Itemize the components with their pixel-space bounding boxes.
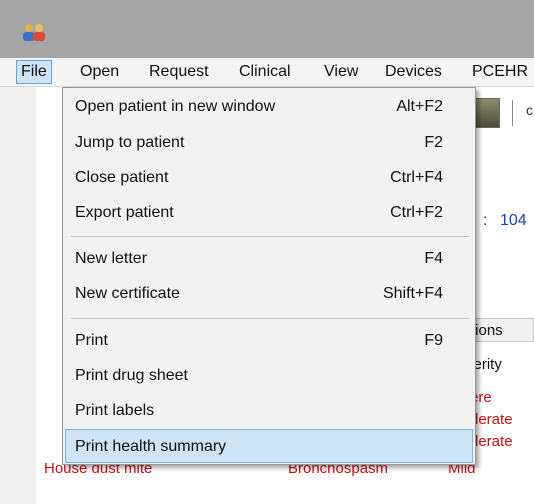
menu-item-new-letter[interactable]: New letter F4: [65, 242, 473, 276]
patients-app-icon: [23, 24, 45, 41]
menu-item-open-patient-new-window[interactable]: Open patient in new window Alt+F2: [65, 90, 473, 124]
toolbar-separator: [512, 100, 513, 126]
file-menu-dropdown: Open patient in new window Alt+F2 Jump t…: [62, 87, 476, 465]
menu-open[interactable]: Open: [76, 61, 123, 83]
severity-cell: derate: [470, 433, 513, 450]
menu-item-print-drug-sheet[interactable]: Print drug sheet: [65, 359, 473, 393]
menu-item-print-health-summary[interactable]: Print health summary: [65, 429, 473, 463]
menu-item-shortcut: F4: [424, 250, 443, 267]
menu-item-label: Close patient: [75, 169, 169, 186]
patient-number[interactable]: 104: [500, 212, 527, 230]
menu-item-label: Open patient in new window: [75, 98, 276, 115]
menu-item-label: New letter: [75, 250, 148, 267]
menu-pcehr[interactable]: PCEHR: [468, 61, 532, 83]
menu-item-shortcut: Ctrl+F4: [390, 169, 443, 186]
menu-request[interactable]: Request: [145, 61, 213, 83]
menu-item-close-patient[interactable]: Close patient Ctrl+F4: [65, 161, 473, 195]
menu-item-print-labels[interactable]: Print labels: [65, 394, 473, 428]
menu-item-label: Export patient: [75, 204, 174, 221]
menu-item-print[interactable]: Print F9: [65, 324, 473, 358]
toolbar-partial-label: c: [526, 102, 533, 118]
field-colon: :: [483, 212, 488, 229]
menu-item-label: Print drug sheet: [75, 367, 188, 384]
menu-item-shortcut: F9: [424, 332, 443, 349]
menu-separator: [71, 236, 469, 237]
tab-actions[interactable]: tions: [466, 318, 534, 342]
menu-separator: [71, 318, 469, 319]
menu-item-label: Print labels: [75, 402, 155, 419]
menu-item-label: Jump to patient: [75, 134, 185, 151]
menu-devices[interactable]: Devices: [381, 61, 446, 83]
menu-item-new-certificate[interactable]: New certificate Shift+F4: [65, 277, 473, 311]
title-bar: [0, 0, 534, 58]
menu-item-label: Print health summary: [75, 438, 227, 455]
menu-file[interactable]: File: [16, 60, 52, 84]
menu-item-shortcut: F2: [424, 134, 443, 151]
menu-item-label: Print: [75, 332, 108, 349]
menu-item-jump-to-patient[interactable]: Jump to patient F2: [65, 126, 473, 160]
menu-item-shortcut: Alt+F2: [396, 98, 443, 115]
menu-item-shortcut: Ctrl+F2: [390, 204, 443, 221]
menu-item-label: New certificate: [75, 285, 180, 302]
menu-view[interactable]: View: [320, 61, 362, 83]
severity-cell: derate: [470, 411, 513, 428]
menu-bar: File Open Request Clinical View Devices …: [0, 58, 534, 87]
menu-clinical[interactable]: Clinical: [235, 61, 295, 83]
menu-item-shortcut: Shift+F4: [382, 285, 443, 302]
left-panel: [0, 87, 36, 504]
menu-item-export-patient[interactable]: Export patient Ctrl+F2: [65, 196, 473, 230]
